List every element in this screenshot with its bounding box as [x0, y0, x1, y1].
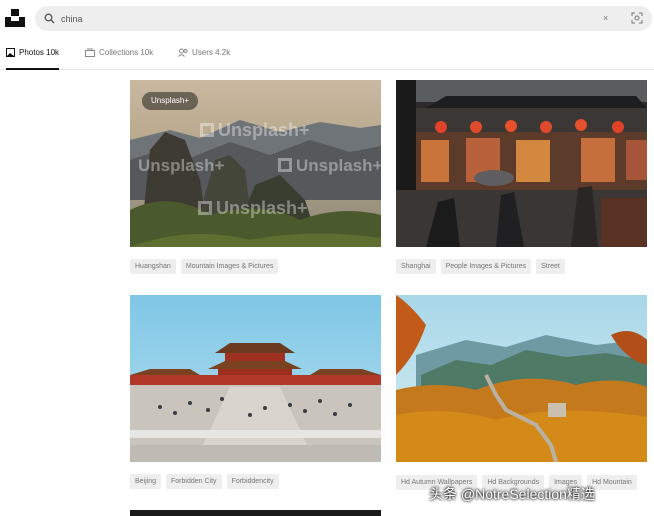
watermark-4: Unsplash+ — [198, 198, 308, 219]
tag[interactable]: Mountain Images & Pictures — [180, 259, 279, 274]
tab-photos[interactable]: Photos 10k — [6, 48, 60, 70]
clear-search-button[interactable]: × — [603, 12, 608, 24]
tab-users[interactable]: Users 4.2k — [178, 48, 230, 70]
unsplash-plus-badge[interactable]: Unsplash+ — [142, 92, 199, 110]
next-photo-partial[interactable] — [130, 510, 381, 516]
watermark-1: Unsplash+ — [200, 120, 310, 141]
tab-users-label: Users 4.2k — [192, 48, 231, 57]
photo-icon — [6, 48, 15, 57]
search-result-tabs: Photos 10k Collections 10k Users 4.2k — [0, 38, 654, 70]
forbidden-city-image — [130, 295, 381, 462]
tags-photo-3: Beijing Forbidden City Forbiddencity — [130, 470, 284, 489]
watermark-2: Unsplash+ — [138, 156, 225, 175]
tag[interactable]: Beijing — [130, 474, 162, 489]
watermark-logo-icon — [200, 123, 214, 137]
tags-photo-1: Huangshan Mountain Images & Pictures — [130, 255, 283, 274]
watermark-logo-icon — [278, 158, 292, 172]
tag[interactable]: Shanghai — [396, 259, 436, 274]
shanghai-image — [396, 80, 647, 247]
top-bar: × — [0, 0, 654, 38]
photo-shanghai[interactable] — [396, 80, 647, 247]
great-wall-image — [396, 295, 647, 462]
tag[interactable]: Street — [536, 259, 565, 274]
tags-photo-2: Shanghai People Images & Pictures Street — [396, 255, 570, 274]
source-credit-watermark: 头条 @NotreSelection精选 — [429, 486, 595, 502]
search-icon[interactable] — [44, 13, 55, 24]
collection-icon — [85, 48, 95, 57]
search-bar[interactable]: × — [35, 6, 652, 31]
photo-huangshan[interactable]: Unsplash+ Unsplash+ Unsplash+ Unsplash+ … — [130, 80, 381, 247]
tag[interactable]: Forbidden City — [166, 474, 222, 489]
photo-great-wall-autumn[interactable] — [396, 295, 647, 462]
tag[interactable]: Forbiddencity — [226, 474, 279, 489]
watermark-3: Unsplash+ — [278, 156, 381, 176]
tag[interactable]: Huangshan — [130, 259, 176, 274]
watermark-logo-icon — [198, 201, 212, 215]
tab-collections[interactable]: Collections 10k — [85, 48, 153, 70]
users-icon — [178, 48, 188, 57]
search-input[interactable] — [61, 10, 561, 27]
tag[interactable]: People Images & Pictures — [440, 259, 532, 274]
tab-collections-label: Collections 10k — [99, 48, 154, 57]
visual-search-icon[interactable] — [631, 12, 643, 24]
tab-photos-label: Photos 10k — [19, 48, 60, 57]
photo-forbidden-city[interactable] — [130, 295, 381, 462]
unsplash-logo[interactable] — [5, 9, 25, 27]
